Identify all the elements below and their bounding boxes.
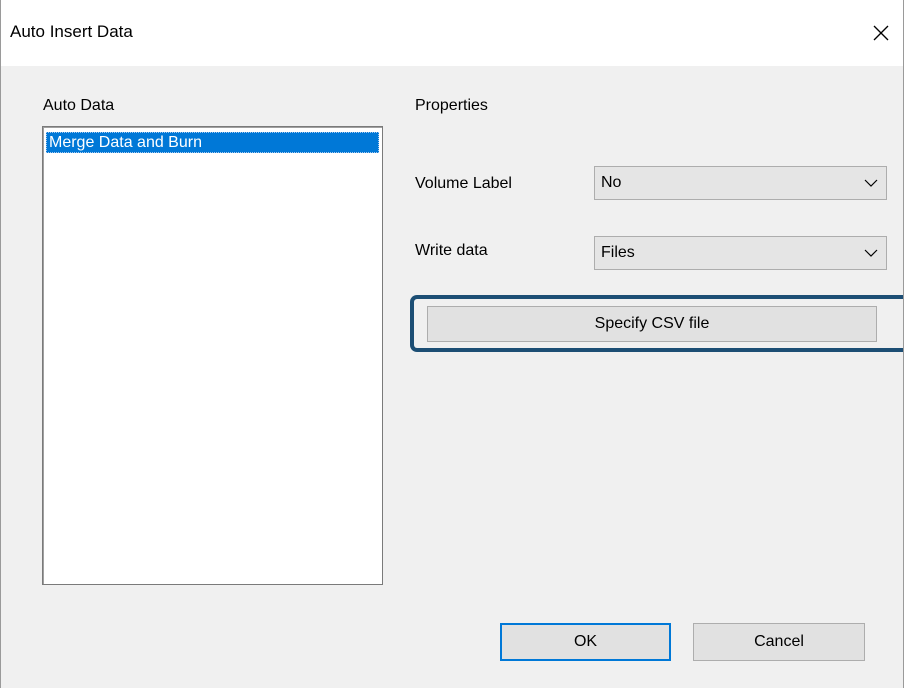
close-icon [873,25,889,41]
write-data-label: Write data [415,242,488,259]
specify-csv-file-button[interactable]: Specify CSV file [427,306,877,342]
list-item-merge-data-and-burn[interactable]: Merge Data and Burn [46,132,379,153]
cancel-button[interactable]: Cancel [693,623,865,661]
volume-label-select[interactable]: No [594,166,887,200]
properties-heading: Properties [415,97,488,114]
auto-data-label: Auto Data [43,97,115,114]
auto-data-listbox[interactable]: Merge Data and Burn [42,126,383,585]
volume-label-value: No [601,174,622,191]
title-bar[interactable]: Auto Insert Data [1,0,903,66]
chevron-down-icon [864,179,878,187]
write-data-select[interactable]: Files [594,236,887,270]
ok-button[interactable]: OK [500,623,671,661]
close-button[interactable] [861,14,901,52]
auto-insert-data-dialog: Auto Insert Data Auto Data Merge Data an… [0,0,904,688]
chevron-down-icon [864,249,878,257]
write-data-value: Files [601,244,635,261]
dialog-title: Auto Insert Data [10,22,133,41]
volume-label-label: Volume Label [415,175,512,192]
